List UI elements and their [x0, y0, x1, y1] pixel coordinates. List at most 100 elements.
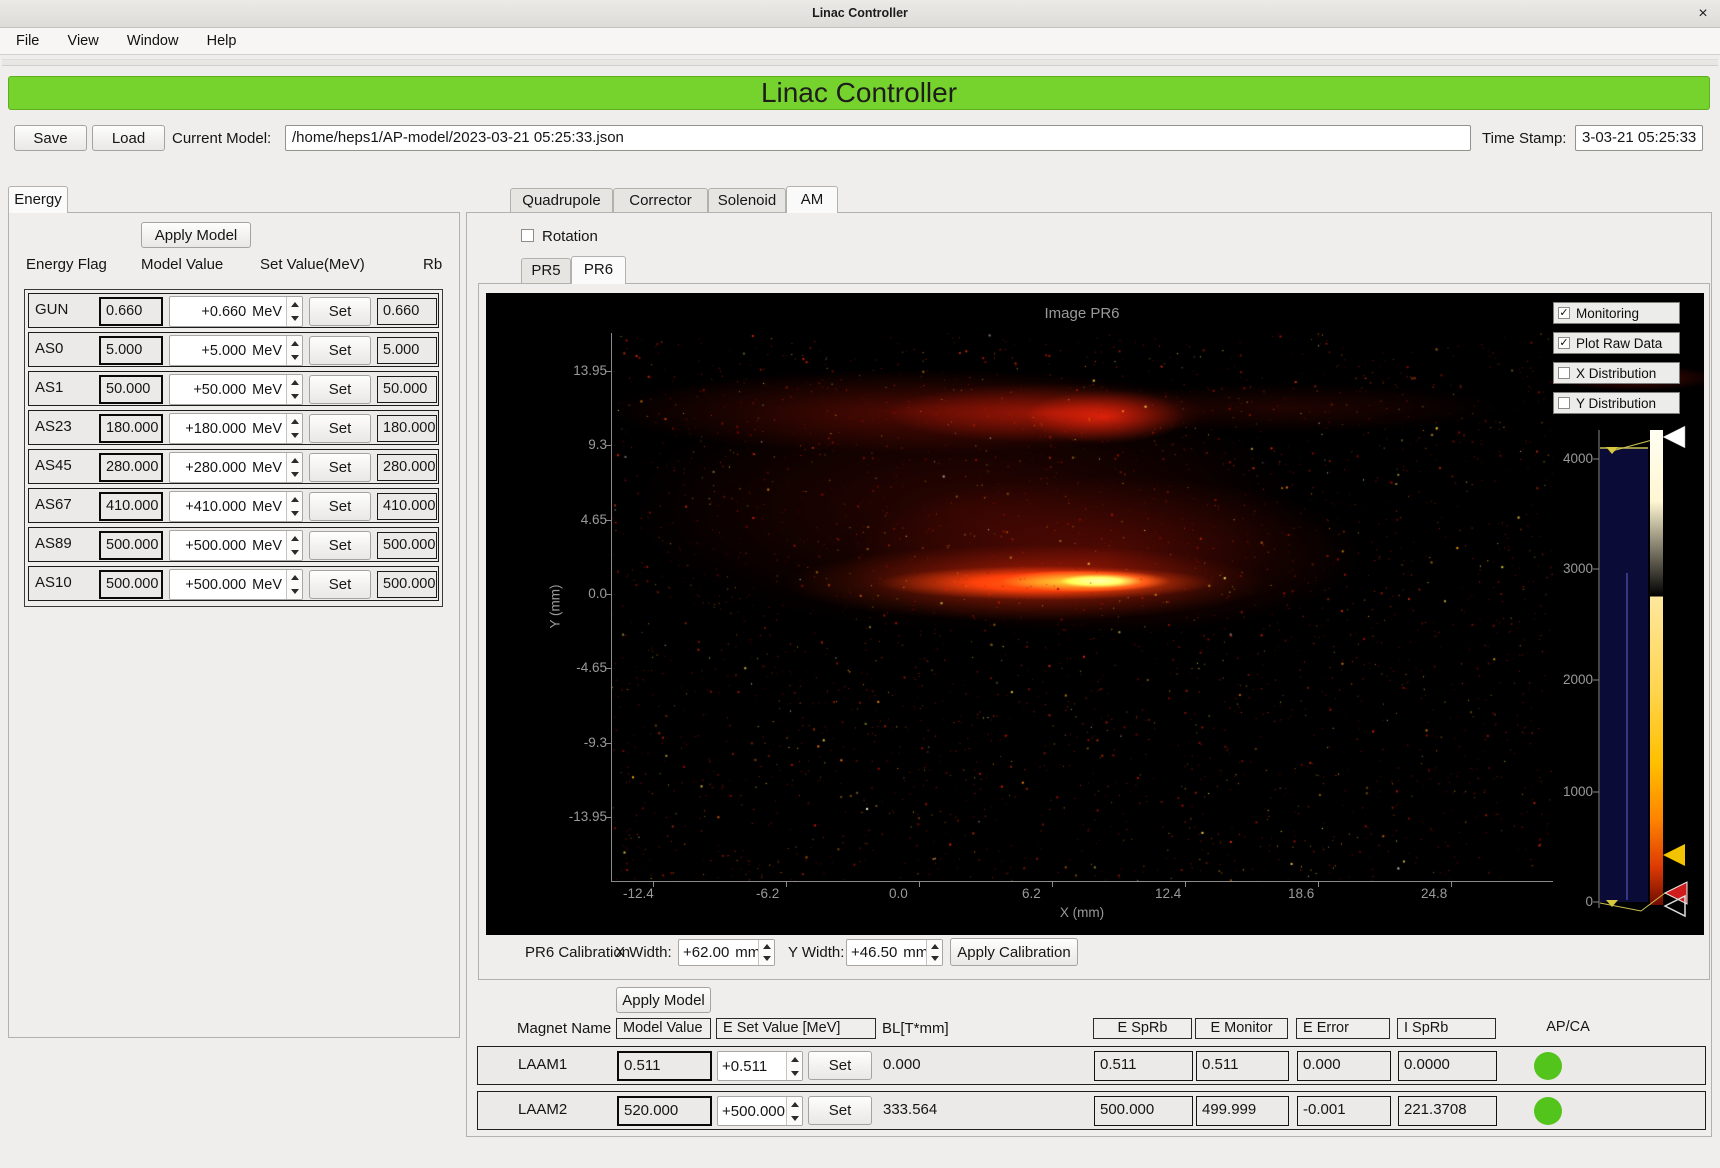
overlay-label: Monitoring: [1576, 306, 1639, 321]
timestamp-input[interactable]: 3-03-21 05:25:33: [1575, 125, 1703, 151]
energy-set-spinbox[interactable]: +180.000MeV: [169, 413, 303, 444]
menu-view[interactable]: View: [56, 28, 111, 54]
plot-raw-data-checkbox[interactable]: ✓Plot Raw Data: [1553, 332, 1680, 354]
spinner-arrows-icon[interactable]: [286, 531, 302, 560]
energy-set-button[interactable]: Set: [309, 492, 371, 521]
energy-set-spinbox[interactable]: +280.000MeV: [169, 452, 303, 483]
checkbox-icon: ✓: [1558, 307, 1570, 319]
energy-set-spinbox[interactable]: +500.000MeV: [169, 530, 303, 561]
magnet-apply-model-button[interactable]: Apply Model: [616, 987, 711, 1013]
energy-set-spinbox[interactable]: +50.000MeV: [169, 374, 303, 405]
energy-set-button[interactable]: Set: [309, 375, 371, 404]
monitoring-checkbox[interactable]: ✓ Monitoring: [1553, 302, 1680, 324]
window-titlebar[interactable]: Linac Controller: [0, 0, 1720, 28]
spinner-arrows-icon[interactable]: [286, 453, 302, 482]
menu-help[interactable]: Help: [195, 28, 249, 54]
magnet-set-button[interactable]: Set: [808, 1051, 872, 1080]
magnet-model-input[interactable]: 0.511: [617, 1051, 712, 1081]
spinner-arrows-icon[interactable]: [758, 940, 774, 965]
spinner-arrows-icon[interactable]: [926, 940, 942, 965]
x-width-spinbox[interactable]: +62.00mm: [678, 939, 775, 966]
energy-flag: AS67: [35, 496, 72, 513]
energy-set-button[interactable]: Set: [309, 570, 371, 599]
magnet-set-spinbox[interactable]: +0.511: [717, 1051, 803, 1081]
energy-apply-model-button[interactable]: Apply Model: [141, 222, 251, 248]
spinner-arrows-icon[interactable]: [286, 414, 302, 443]
magnet-set-spinbox[interactable]: +500.000: [717, 1096, 803, 1126]
y-distribution-checkbox[interactable]: ✓Y Distribution: [1553, 392, 1680, 414]
tab-solenoid[interactable]: Solenoid: [708, 188, 786, 212]
tab-energy[interactable]: Energy: [8, 186, 68, 213]
current-model-input[interactable]: /home/heps1/AP-model/2023-03-21 05:25:33…: [285, 125, 1471, 151]
energy-set-button[interactable]: Set: [309, 336, 371, 365]
spin-unit: MeV: [252, 382, 282, 398]
overlay-label: Plot Raw Data: [1576, 336, 1662, 351]
menu-window[interactable]: Window: [115, 28, 191, 54]
tab-corrector[interactable]: Corrector: [613, 188, 708, 212]
energy-set-button[interactable]: Set: [309, 414, 371, 443]
energy-row: AS89 500.000 +500.000MeV Set 500.000: [28, 527, 439, 562]
toolbar-ridge: [2, 59, 1718, 66]
overlay-label: X Distribution: [1576, 366, 1656, 381]
spinner-arrows-icon[interactable]: [286, 336, 302, 365]
save-button[interactable]: Save: [14, 125, 87, 151]
load-button[interactable]: Load: [92, 125, 165, 151]
tab-pr6[interactable]: PR6: [571, 256, 626, 284]
energy-set-spinbox[interactable]: +500.000MeV: [169, 569, 303, 600]
x-width-label: X Width:: [615, 944, 672, 961]
tab-quadrupole[interactable]: Quadrupole: [510, 188, 613, 212]
close-icon[interactable]: ×: [1692, 3, 1714, 25]
spinner-arrows-icon[interactable]: [286, 297, 302, 326]
tab-am[interactable]: AM: [786, 186, 838, 213]
spinner-arrows-icon[interactable]: [286, 570, 302, 599]
spin-value: +410.000: [185, 499, 246, 515]
spin-unit: MeV: [252, 421, 282, 437]
magnet-model-input[interactable]: 520.000: [617, 1096, 712, 1126]
energy-model-input[interactable]: 0.660: [99, 297, 163, 326]
energy-model-input[interactable]: 180.000: [99, 414, 163, 443]
energy-set-spinbox[interactable]: +0.660MeV: [169, 296, 303, 327]
spinner-arrows-icon[interactable]: [286, 375, 302, 404]
spin-unit: mm: [735, 944, 758, 961]
histogram-lut: [1586, 423, 1704, 923]
tab-pr5[interactable]: PR5: [521, 258, 571, 283]
energy-set-spinbox[interactable]: +410.000MeV: [169, 491, 303, 522]
y-tick: 4.65: [562, 512, 607, 527]
energy-model-input[interactable]: 500.000: [99, 570, 163, 599]
e-sprb-value: 0.511: [1094, 1051, 1193, 1081]
lut-handle-top[interactable]: [1663, 426, 1685, 448]
x-distribution-checkbox[interactable]: ✓X Distribution: [1553, 362, 1680, 384]
current-model-label: Current Model:: [172, 130, 271, 147]
spin-unit: MeV: [252, 304, 282, 320]
rotation-label: Rotation: [542, 228, 598, 245]
y-width-spinbox[interactable]: +46.50mm: [846, 939, 943, 966]
energy-model-input[interactable]: 5.000: [99, 336, 163, 365]
e-monitor-value: 499.999: [1196, 1096, 1289, 1126]
energy-flag: AS45: [35, 457, 72, 474]
lut-handle-region[interactable]: [1663, 844, 1685, 866]
energy-model-input[interactable]: 500.000: [99, 531, 163, 560]
energy-model-input[interactable]: 280.000: [99, 453, 163, 482]
apply-calibration-button[interactable]: Apply Calibration: [950, 938, 1078, 966]
col-i-sprb: I SpRb: [1397, 1018, 1496, 1039]
energy-model-input[interactable]: 50.000: [99, 375, 163, 404]
magnet-set-button[interactable]: Set: [808, 1096, 872, 1125]
energy-readback: 50.000: [377, 376, 437, 403]
menu-file[interactable]: File: [4, 28, 51, 54]
beam-image-canvas[interactable]: [486, 293, 1704, 935]
rotation-checkbox[interactable]: ✓: [521, 229, 534, 242]
spinner-arrows-icon[interactable]: [286, 492, 302, 521]
energy-set-button[interactable]: Set: [309, 531, 371, 560]
energy-model-input[interactable]: 410.000: [99, 492, 163, 521]
magnet-row-laam1: LAAM1 0.511 +0.511 Set 0.000 0.511 0.511…: [477, 1046, 1706, 1085]
energy-set-button[interactable]: Set: [309, 297, 371, 326]
spinner-arrows-icon[interactable]: [786, 1052, 802, 1080]
spin-value: +0.511: [722, 1058, 767, 1075]
energy-readback: 280.000: [377, 454, 437, 481]
lut-gradient-bar[interactable]: [1650, 430, 1663, 905]
energy-flag: AS89: [35, 535, 72, 552]
energy-set-spinbox[interactable]: +5.000MeV: [169, 335, 303, 366]
colorbar-tick: 1000: [1523, 784, 1593, 799]
energy-set-button[interactable]: Set: [309, 453, 371, 482]
spinner-arrows-icon[interactable]: [786, 1097, 802, 1125]
